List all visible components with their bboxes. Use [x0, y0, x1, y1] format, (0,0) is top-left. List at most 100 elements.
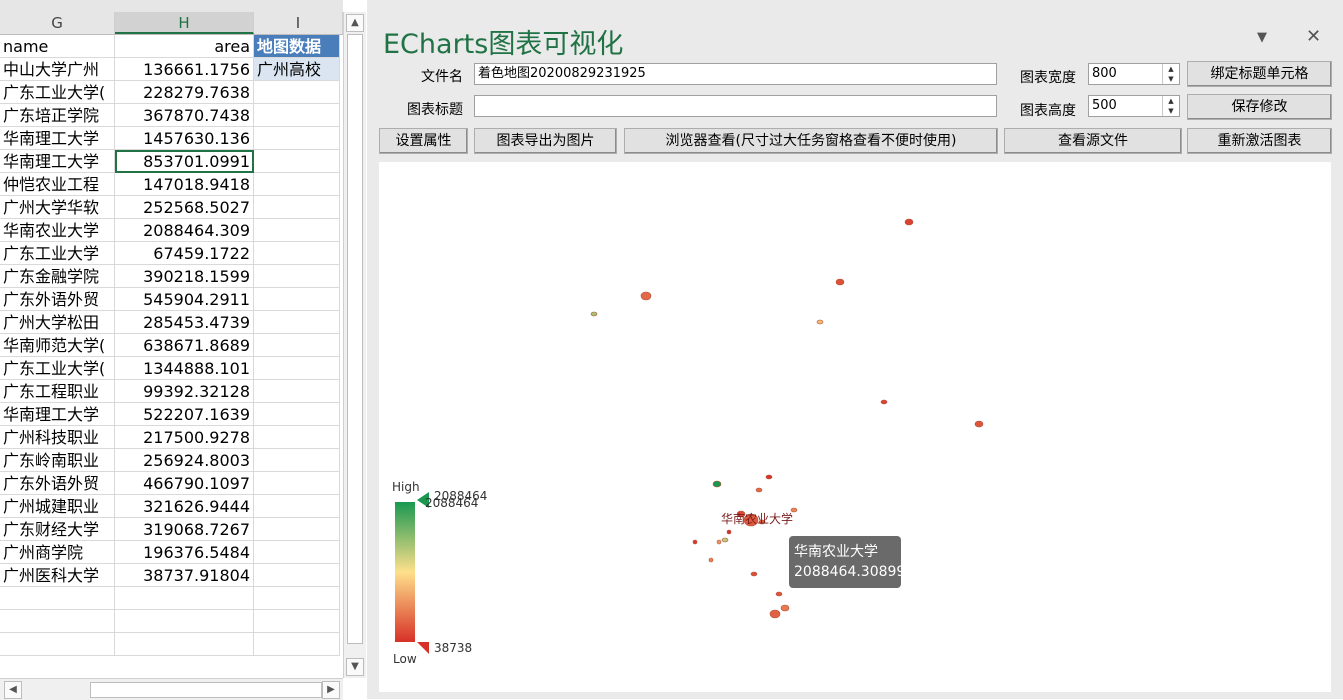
spin-up-icon[interactable]: ▲	[1162, 64, 1179, 74]
cell-i[interactable]	[254, 196, 340, 219]
map-region[interactable]	[708, 557, 714, 563]
cell-g[interactable]: 广东财经大学	[0, 518, 115, 541]
cell-i[interactable]: 地图数据	[254, 35, 340, 58]
cell-g[interactable]: 广州大学松田	[0, 311, 115, 334]
spin-down-icon[interactable]: ▼	[1162, 106, 1179, 116]
cell-i[interactable]	[254, 127, 340, 150]
map-region[interactable]	[974, 420, 984, 428]
cell-h[interactable]	[115, 633, 254, 656]
cell-i[interactable]	[254, 541, 340, 564]
column-header-h[interactable]: H	[115, 12, 254, 34]
map-region[interactable]	[692, 539, 698, 545]
chart-width-stepper[interactable]: 800 ▲ ▼	[1088, 63, 1180, 85]
vertical-scrollbar[interactable]: ▲ ▼	[343, 12, 366, 678]
map-region[interactable]	[726, 529, 732, 535]
cell-h[interactable]: 1457630.136	[115, 127, 254, 150]
cell-i[interactable]	[254, 518, 340, 541]
cell-g[interactable]: 华南理工大学	[0, 403, 115, 426]
map-region[interactable]	[835, 278, 845, 286]
cell-g[interactable]: 广东工业大学(	[0, 357, 115, 380]
cell-h[interactable]: 256924.8003	[115, 449, 254, 472]
map-region[interactable]	[590, 311, 598, 317]
export-image-button[interactable]: 图表导出为图片	[474, 128, 617, 154]
cell-i[interactable]	[254, 587, 340, 610]
cell-g[interactable]: 仲恺农业工程	[0, 173, 115, 196]
cell-h[interactable]: 217500.9278	[115, 426, 254, 449]
cell-h[interactable]: 321626.9444	[115, 495, 254, 518]
cell-i[interactable]	[254, 564, 340, 587]
map-region[interactable]	[716, 539, 722, 545]
cell-h[interactable]: 99392.32128	[115, 380, 254, 403]
cell-i[interactable]	[254, 265, 340, 288]
scroll-up-icon[interactable]: ▲	[346, 14, 364, 32]
view-source-button[interactable]: 查看源文件	[1004, 128, 1182, 154]
visual-map-legend[interactable]: High 2088464 2088464 38738 Low	[392, 480, 487, 666]
cell-h[interactable]: 228279.7638	[115, 81, 254, 104]
visual-map-gradient-bar[interactable]	[395, 502, 415, 642]
map-region[interactable]	[904, 218, 914, 226]
cell-i[interactable]	[254, 610, 340, 633]
cell-g[interactable]: 广州商学院	[0, 541, 115, 564]
cell-i[interactable]	[254, 219, 340, 242]
cell-i[interactable]	[254, 449, 340, 472]
set-properties-button[interactable]: 设置属性	[379, 128, 468, 154]
cell-g[interactable]: 广东工程职业	[0, 380, 115, 403]
cell-h[interactable]: 147018.9418	[115, 173, 254, 196]
cell-g[interactable]: 华南理工大学	[0, 150, 115, 173]
cell-g[interactable]: 广东工业大学	[0, 242, 115, 265]
cell-h[interactable]: 367870.7438	[115, 104, 254, 127]
cell-g[interactable]: 广东外语外贸	[0, 288, 115, 311]
bind-title-cell-button[interactable]: 绑定标题单元格	[1187, 61, 1332, 87]
cell-h[interactable]: 2088464.309	[115, 219, 254, 242]
browser-view-button[interactable]: 浏览器查看(尺寸过大任务窗格查看不便时使用)	[624, 128, 998, 154]
save-changes-button[interactable]: 保存修改	[1187, 94, 1332, 120]
cell-h[interactable]	[115, 587, 254, 610]
close-icon[interactable]: ✕	[1306, 26, 1321, 47]
cell-h[interactable]	[115, 610, 254, 633]
cell-h[interactable]: 522207.1639	[115, 403, 254, 426]
cell-i[interactable]	[254, 472, 340, 495]
chart-height-stepper[interactable]: 500 ▲ ▼	[1088, 95, 1180, 117]
cell-g[interactable]: 中山大学广州	[0, 58, 115, 81]
reactivate-chart-button[interactable]: 重新激活图表	[1187, 128, 1332, 154]
chart-title-input[interactable]	[474, 95, 997, 117]
map-region[interactable]	[755, 487, 763, 493]
map-region[interactable]	[775, 591, 783, 597]
cell-g[interactable]: 广东外语外贸	[0, 472, 115, 495]
cell-h[interactable]: 196376.5484	[115, 541, 254, 564]
cell-h[interactable]: 638671.8689	[115, 334, 254, 357]
horizontal-scroll-thumb[interactable]	[90, 682, 322, 698]
cell-i[interactable]	[254, 173, 340, 196]
horizontal-scrollbar[interactable]: ◀ ▶	[0, 678, 343, 700]
column-header-i[interactable]: I	[254, 12, 343, 34]
cell-i[interactable]	[254, 357, 340, 380]
cell-i[interactable]	[254, 288, 340, 311]
cell-i[interactable]	[254, 150, 340, 173]
scroll-down-icon[interactable]: ▼	[346, 658, 364, 676]
map-region[interactable]	[880, 399, 888, 405]
cell-g[interactable]: name	[0, 35, 115, 58]
cell-i[interactable]	[254, 334, 340, 357]
scroll-left-icon[interactable]: ◀	[4, 681, 22, 699]
cell-i[interactable]	[254, 104, 340, 127]
cell-i[interactable]	[254, 426, 340, 449]
cell-g[interactable]: 广东岭南职业	[0, 449, 115, 472]
cell-h[interactable]: 1344888.101	[115, 357, 254, 380]
map-region[interactable]	[816, 319, 824, 325]
map-region[interactable]	[750, 571, 758, 577]
cell-h[interactable]: 390218.1599	[115, 265, 254, 288]
map-region[interactable]	[721, 537, 729, 543]
cell-h[interactable]: 853701.0991	[115, 150, 254, 173]
cell-i[interactable]	[254, 311, 340, 334]
visual-map-min-handle[interactable]	[417, 642, 429, 654]
cell-h[interactable]: 285453.4739	[115, 311, 254, 334]
cell-i[interactable]	[254, 495, 340, 518]
cell-i[interactable]	[254, 633, 340, 656]
cell-g[interactable]: 广州大学华软	[0, 196, 115, 219]
cell-g[interactable]: 广州城建职业	[0, 495, 115, 518]
spin-up-icon[interactable]: ▲	[1162, 96, 1179, 106]
cell-i[interactable]	[254, 403, 340, 426]
cell-i[interactable]	[254, 380, 340, 403]
cell-h[interactable]: 319068.7267	[115, 518, 254, 541]
file-name-input[interactable]: 着色地图20200829231925	[474, 63, 997, 85]
